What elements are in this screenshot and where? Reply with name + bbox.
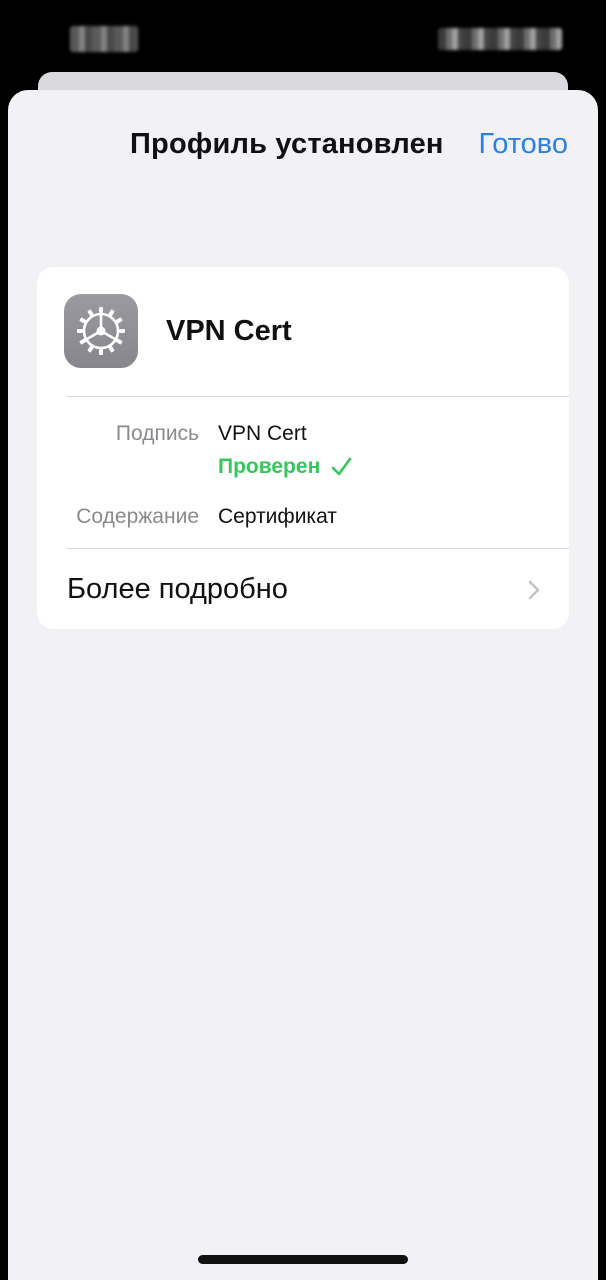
contents-value: Сертификат: [218, 505, 337, 528]
done-button[interactable]: Готово: [478, 128, 568, 161]
verified-status: Проверен: [218, 455, 352, 479]
page-title: Профиль установлен: [130, 128, 444, 160]
status-icons-blurred: [438, 28, 562, 50]
checkmark-icon: [331, 457, 352, 476]
profile-installed-sheet: Профиль установлен Готово VPN Cert Подпи…: [8, 90, 598, 1280]
more-details-label: Более подробно: [67, 573, 288, 605]
settings-gear-icon: [64, 294, 138, 368]
divider: [67, 396, 569, 397]
status-time-blurred: [70, 26, 138, 52]
signature-value: VPN Cert: [218, 422, 307, 445]
signature-label: Подпись: [115, 422, 199, 445]
chevron-right-icon: [528, 580, 540, 600]
contents-label: Содержание: [76, 505, 199, 528]
screen: Профиль установлен Готово VPN Cert Подпи…: [0, 0, 606, 1280]
home-indicator[interactable]: [198, 1255, 408, 1264]
gear-icon: [77, 307, 125, 355]
profile-card: VPN Cert Подпись VPN Cert Проверен Содер…: [37, 267, 569, 629]
profile-name: VPN Cert: [166, 315, 292, 347]
status-bar: [0, 0, 606, 80]
verified-label: Проверен: [218, 455, 321, 478]
more-details-row[interactable]: Более подробно: [37, 549, 569, 629]
